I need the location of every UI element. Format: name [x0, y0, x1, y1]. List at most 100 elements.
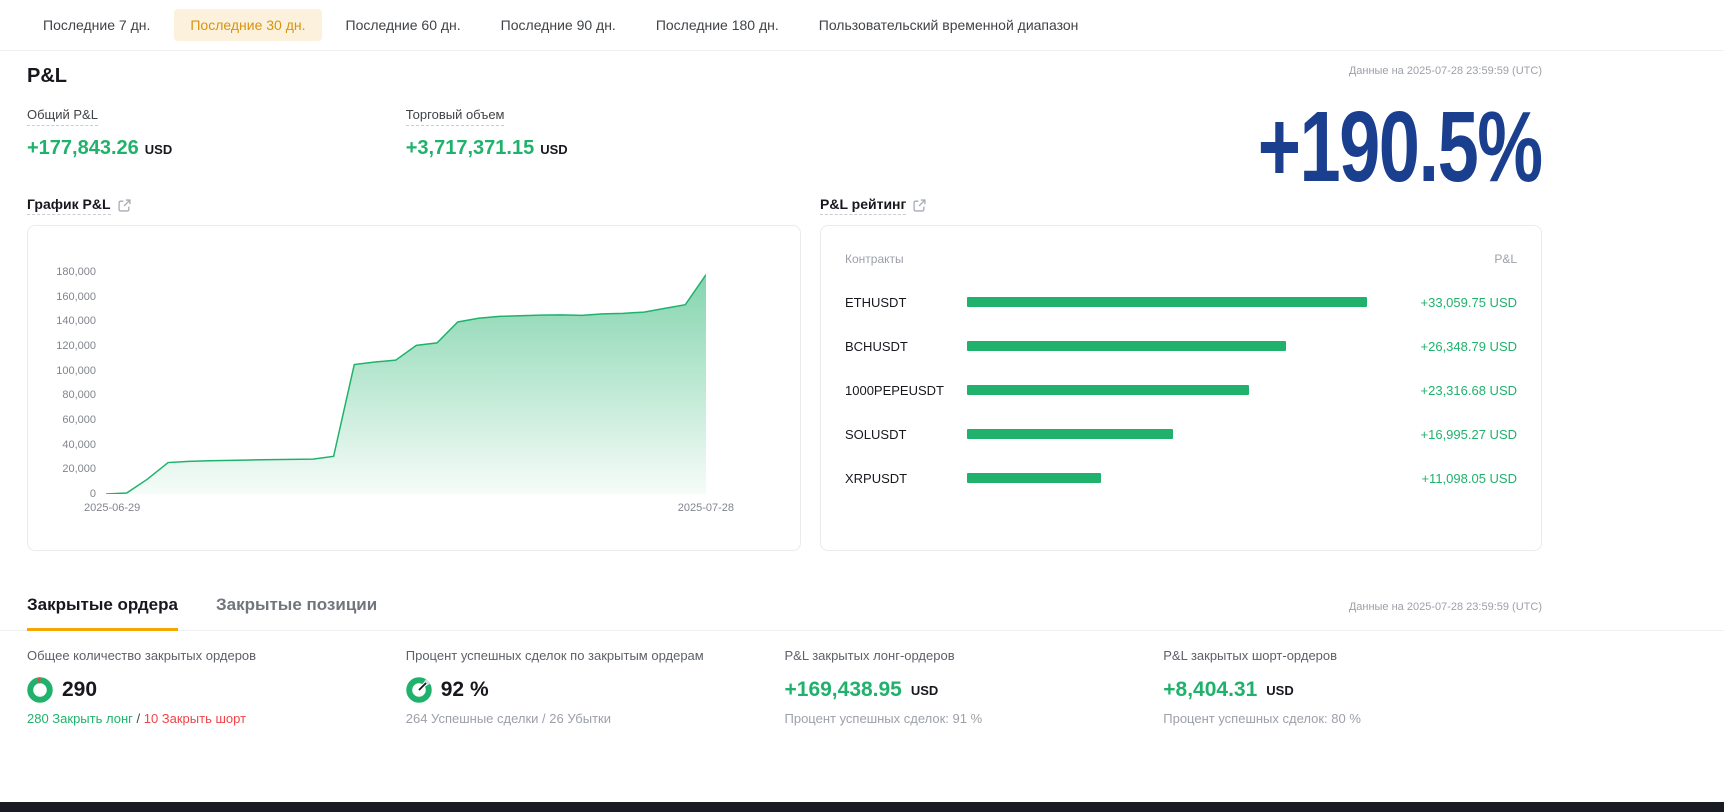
short-orders-win-rate: Процент успешных сделок: 80 % [1163, 711, 1542, 726]
close-short-count: 10 Закрыть шорт [144, 711, 246, 726]
pnl-chart-card: 0 20,000 40,000 60,000 80,000 100,000 120,000 1… [27, 225, 801, 551]
pnl-bar [967, 297, 1367, 307]
pnl-section-title: P&L [27, 65, 67, 88]
short-orders-pnl-unit: USD [1266, 683, 1293, 698]
tab-last-90-days[interactable]: Последние 90 дн. [485, 9, 632, 41]
pnl-bar [967, 341, 1286, 351]
pnl-data-timestamp: Данные на 2025-07-28 23:59:59 (UTC) [1349, 65, 1542, 77]
chart-y-axis: 020,00040,00060,00080,000100,000120,0001… [42, 272, 106, 494]
trading-volume-value: +3,717,371.15 [406, 137, 534, 159]
pnl-bar-track [967, 297, 1367, 307]
pnl-bar-track [967, 473, 1367, 483]
contract-pnl-value: +26,348.79 USD [1367, 339, 1517, 354]
contract-pnl-value: +11,098.05 USD [1367, 471, 1517, 486]
win-rate-label: Процент успешных сделок по закрытым орде… [406, 648, 785, 663]
long-orders-pnl-unit: USD [911, 683, 938, 698]
y-axis-tick-label: 100,000 [56, 365, 96, 377]
orders-tab-bar: Закрытые ордера Закрытые позиции Данные … [0, 595, 1724, 631]
period-tab-bar: Последние 7 дн. Последние 30 дн. Последн… [27, 0, 1542, 50]
tab-last-60-days[interactable]: Последние 60 дн. [330, 9, 477, 41]
pnl-bar-track [967, 385, 1367, 395]
total-pnl-stat: Общий P&L +177,843.26 USD [27, 106, 406, 160]
external-link-icon[interactable] [118, 199, 131, 212]
pnl-area-chart[interactable] [106, 272, 706, 494]
y-axis-tick-label: 40,000 [62, 439, 96, 451]
short-orders-pnl-value: +8,404.31 [1163, 678, 1257, 702]
total-pnl-percent: +190.5% [1258, 97, 1542, 197]
breakdown-separator: / [133, 711, 144, 726]
contract-symbol: BCHUSDT [845, 339, 967, 354]
trading-volume-label[interactable]: Торговый объем [406, 107, 505, 126]
tab-closed-positions[interactable]: Закрытые позиции [216, 595, 377, 630]
external-link-icon[interactable] [913, 199, 926, 212]
total-closed-orders-stat: Общее количество закрытых ордеров 290 28… [27, 648, 406, 726]
y-axis-tick-label: 0 [90, 488, 96, 500]
pnl-bar [967, 473, 1101, 483]
pnl-bar-track [967, 429, 1367, 439]
contract-symbol: SOLUSDT [845, 427, 967, 442]
short-orders-pnl-stat: P&L закрытых шорт-ордеров +8,404.31 USD … [1163, 648, 1542, 726]
ranking-row: 1000PEPEUSDT +23,316.68 USD [845, 368, 1517, 412]
x-axis-start-label: 2025-06-29 [84, 502, 140, 514]
y-axis-tick-label: 180,000 [56, 266, 96, 278]
total-pnl-unit: USD [145, 142, 172, 157]
ranking-row: XRPUSDT +11,098.05 USD [845, 456, 1517, 500]
tab-custom-range[interactable]: Пользовательский временной диапазон [803, 9, 1095, 41]
win-rate-value: 92 % [441, 678, 489, 702]
tab-last-30-days[interactable]: Последние 30 дн. [174, 9, 321, 41]
pnl-bar-track [967, 341, 1367, 351]
ranking-contracts-header: Контракты [845, 252, 904, 266]
tab-last-7-days[interactable]: Последние 7 дн. [27, 9, 166, 41]
pnl-ranking-column: P&L рейтинг Контракты P&L ETHUSDT [820, 196, 1542, 551]
long-orders-pnl-label: P&L закрытых лонг-ордеров [785, 648, 1164, 663]
win-rate-gauge-icon [406, 677, 432, 703]
long-orders-win-rate: Процент успешных сделок: 91 % [785, 711, 1164, 726]
pnl-dashboard: Последние 7 дн. Последние 30 дн. Последн… [27, 0, 1542, 726]
closed-orders-breakdown: 280 Закрыть лонг / 10 Закрыть шорт [27, 711, 406, 726]
pnl-ranking-title[interactable]: P&L рейтинг [820, 196, 906, 215]
total-closed-orders-value: 290 [62, 678, 97, 702]
y-axis-tick-label: 140,000 [56, 315, 96, 327]
orders-stats-row: Общее количество закрытых ордеров 290 28… [27, 648, 1542, 726]
orders-donut-icon [27, 677, 53, 703]
long-orders-pnl-stat: P&L закрытых лонг-ордеров +169,438.95 US… [785, 648, 1164, 726]
orders-data-timestamp: Данные на 2025-07-28 23:59:59 (UTC) [1349, 601, 1542, 613]
y-axis-tick-label: 80,000 [62, 389, 96, 401]
tab-closed-orders[interactable]: Закрытые ордера [27, 595, 178, 630]
contract-symbol: 1000PEPEUSDT [845, 383, 967, 398]
contract-pnl-value: +16,995.27 USD [1367, 427, 1517, 442]
pnl-bar [967, 385, 1249, 395]
ranking-header: Контракты P&L [845, 252, 1517, 266]
pnl-area-chart-svg [106, 272, 706, 494]
long-orders-pnl-value: +169,438.95 [785, 678, 902, 702]
chart-x-axis: 2025-06-29 2025-07-28 [106, 502, 706, 514]
y-axis-tick-label: 60,000 [62, 414, 96, 426]
pnl-bar [967, 429, 1173, 439]
total-closed-orders-label: Общее количество закрытых ордеров [27, 648, 406, 663]
contract-symbol: ETHUSDT [845, 295, 967, 310]
total-pnl-value: +177,843.26 [27, 137, 139, 159]
ranking-row: BCHUSDT +26,348.79 USD [845, 324, 1517, 368]
y-axis-tick-label: 160,000 [56, 291, 96, 303]
tab-last-180-days[interactable]: Последние 180 дн. [640, 9, 795, 41]
trading-volume-stat: Торговый объем +3,717,371.15 USD [406, 106, 785, 160]
win-loss-breakdown: 264 Успешные сделки / 26 Убытки [406, 711, 785, 726]
contract-pnl-value: +33,059.75 USD [1367, 295, 1517, 310]
win-rate-stat: Процент успешных сделок по закрытым орде… [406, 648, 785, 726]
y-axis-tick-label: 120,000 [56, 340, 96, 352]
ranking-row: SOLUSDT +16,995.27 USD [845, 412, 1517, 456]
y-axis-tick-label: 20,000 [62, 463, 96, 475]
closed-orders-section: Закрытые ордера Закрытые позиции Данные … [27, 595, 1542, 726]
total-pnl-label[interactable]: Общий P&L [27, 107, 98, 126]
x-axis-end-label: 2025-07-28 [678, 502, 734, 514]
contract-symbol: XRPUSDT [845, 471, 967, 486]
contract-pnl-value: +23,316.68 USD [1367, 383, 1517, 398]
footer-bar [0, 802, 1724, 812]
ranking-row: ETHUSDT +33,059.75 USD [845, 280, 1517, 324]
trading-volume-unit: USD [540, 142, 567, 157]
pnl-chart-column: График P&L 0 20,000 40,000 60,000 80,000 100,… [27, 196, 801, 551]
short-orders-pnl-label: P&L закрытых шорт-ордеров [1163, 648, 1542, 663]
pnl-cards-row: График P&L 0 20,000 40,000 60,000 80,000 100,… [27, 196, 1542, 551]
pnl-chart-title[interactable]: График P&L [27, 196, 111, 215]
pnl-section-header: P&L Данные на 2025-07-28 23:59:59 (UTC) [27, 65, 1542, 88]
